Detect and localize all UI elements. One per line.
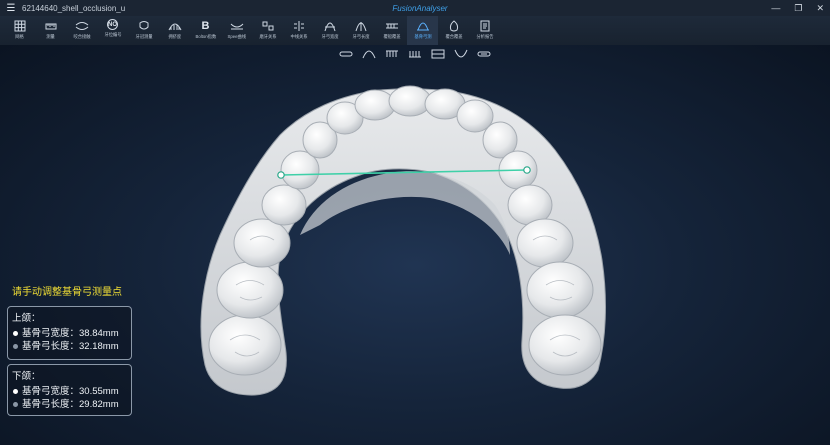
window-controls: — ❐ ✕ (771, 0, 824, 16)
tool-tooth-number[interactable]: NO 牙位编号 (97, 16, 128, 45)
tool-report[interactable]: 分析报告 (469, 16, 500, 45)
length-dot-icon (13, 402, 18, 407)
tool-arch-width[interactable]: 牙弓宽度 (314, 16, 345, 45)
lower-jaw-panel: 下颌： 基骨弓宽度： 30.55mm 基骨弓长度： 29.82mm (7, 364, 132, 416)
tool-label: 覆合覆盖 (444, 34, 463, 39)
tool-label: 测量 (46, 34, 55, 39)
tool-label: 咬合接触 (72, 34, 91, 39)
lower-length-value: 29.82mm (79, 399, 119, 410)
tool-label: 基骨弓测 (413, 34, 432, 39)
minimize-icon[interactable]: — (771, 3, 780, 13)
lower-width-label: 基骨弓宽度： (22, 386, 80, 397)
molar-relation-icon (261, 19, 275, 32)
tool-midline[interactable]: 中线关系 (283, 16, 314, 45)
tool-label: 牙位编号 (103, 32, 122, 37)
tool-spee-curve[interactable]: Spee曲线 (221, 16, 252, 45)
lower-width-value: 30.55mm (79, 386, 119, 397)
basal-arch-icon (416, 19, 430, 32)
tool-label: 分析报告 (475, 34, 494, 39)
spee-curve-icon (230, 19, 244, 32)
tooth-number-icon: NO (107, 19, 118, 30)
upper-width-label: 基骨弓宽度： (22, 328, 80, 339)
instruction-text: 请手动调整基骨弓测量点 (12, 287, 122, 298)
measure-point-right[interactable] (523, 166, 531, 174)
tool-label: 牙冠测量 (134, 34, 153, 39)
tool-overbite[interactable]: 覆船覆盖 (376, 16, 407, 45)
title-bar: ☰ 62144640_shell_occlusion_u FusionAnaly… (0, 0, 830, 16)
upper-jaw-title: 上颌： (12, 313, 41, 324)
tool-basal-arch[interactable]: 基骨弓测 (407, 16, 438, 45)
upper-width-value: 38.84mm (79, 328, 119, 339)
app-brand: FusionAnalyser (392, 3, 448, 13)
crowding-icon (168, 19, 182, 32)
width-dot-icon (13, 389, 18, 394)
grid-icon (14, 19, 26, 32)
arch-width-icon (323, 19, 337, 32)
lower-width-row: 基骨弓宽度： 30.55mm (12, 385, 127, 398)
length-dot-icon (13, 344, 18, 349)
upper-jaw-panel: 上颌： 基骨弓宽度： 38.84mm 基骨弓长度： 32.18mm (7, 306, 132, 360)
lower-length-label: 基骨弓长度： (22, 399, 80, 410)
overbite-icon (385, 19, 399, 32)
tool-label: Bolton指数 (195, 34, 216, 39)
file-name: 62144640_shell_occlusion_u (22, 3, 126, 13)
ruler-icon (45, 19, 57, 32)
lower-jaw-title: 下颌： (12, 371, 41, 382)
upper-length-value: 32.18mm (79, 341, 119, 352)
tool-label: 拥挤度 (168, 34, 181, 39)
tool-ruler[interactable]: 测量 (35, 16, 66, 45)
tool-grid[interactable]: 网格 (4, 16, 35, 45)
tool-crown-measure[interactable]: 牙冠测量 (128, 16, 159, 45)
tool-occlusion[interactable]: 咬合接触 (66, 16, 97, 45)
midline-icon (292, 19, 306, 32)
crown-measure-icon (138, 19, 150, 32)
tool-bolton[interactable]: B Bolton指数 (190, 16, 221, 45)
bolton-icon: B (201, 19, 210, 32)
tool-label: Spee曲线 (227, 34, 246, 39)
tool-label: 中线关系 (289, 34, 308, 39)
tool-label: 磨牙关系 (258, 34, 277, 39)
tool-label: 网格 (15, 34, 24, 39)
restore-icon[interactable]: ❐ (794, 3, 802, 14)
overjet-icon (448, 19, 460, 32)
main-toolbar: 网格 测量 咬合接触 NO 牙位编号 牙冠测量 拥挤度 B Bolton指数 Spee曲线 磨牙关系… (0, 16, 830, 45)
measure-point-left[interactable] (277, 171, 285, 179)
upper-width-row: 基骨弓宽度： 38.84mm (12, 327, 127, 340)
occlusion-icon (75, 19, 89, 32)
tool-label: 牙弓宽度 (320, 34, 339, 39)
tool-label: 牙弓长度 (351, 34, 370, 39)
tool-overjet[interactable]: 覆合覆盖 (438, 16, 469, 45)
menu-icon[interactable]: ☰ (0, 3, 22, 14)
lower-length-row: 基骨弓长度： 29.82mm (12, 398, 127, 411)
tool-label: 覆船覆盖 (382, 34, 401, 39)
tool-arch-length[interactable]: 牙弓长度 (345, 16, 376, 45)
tool-molar-relation[interactable]: 磨牙关系 (252, 16, 283, 45)
upper-length-row: 基骨弓长度： 32.18mm (12, 340, 127, 353)
tool-crowding[interactable]: 拥挤度 (159, 16, 190, 45)
arch-length-icon (354, 19, 368, 32)
width-dot-icon (13, 331, 18, 336)
upper-length-label: 基骨弓长度： (22, 341, 80, 352)
close-icon[interactable]: ✕ (816, 3, 824, 14)
report-icon (479, 19, 491, 32)
